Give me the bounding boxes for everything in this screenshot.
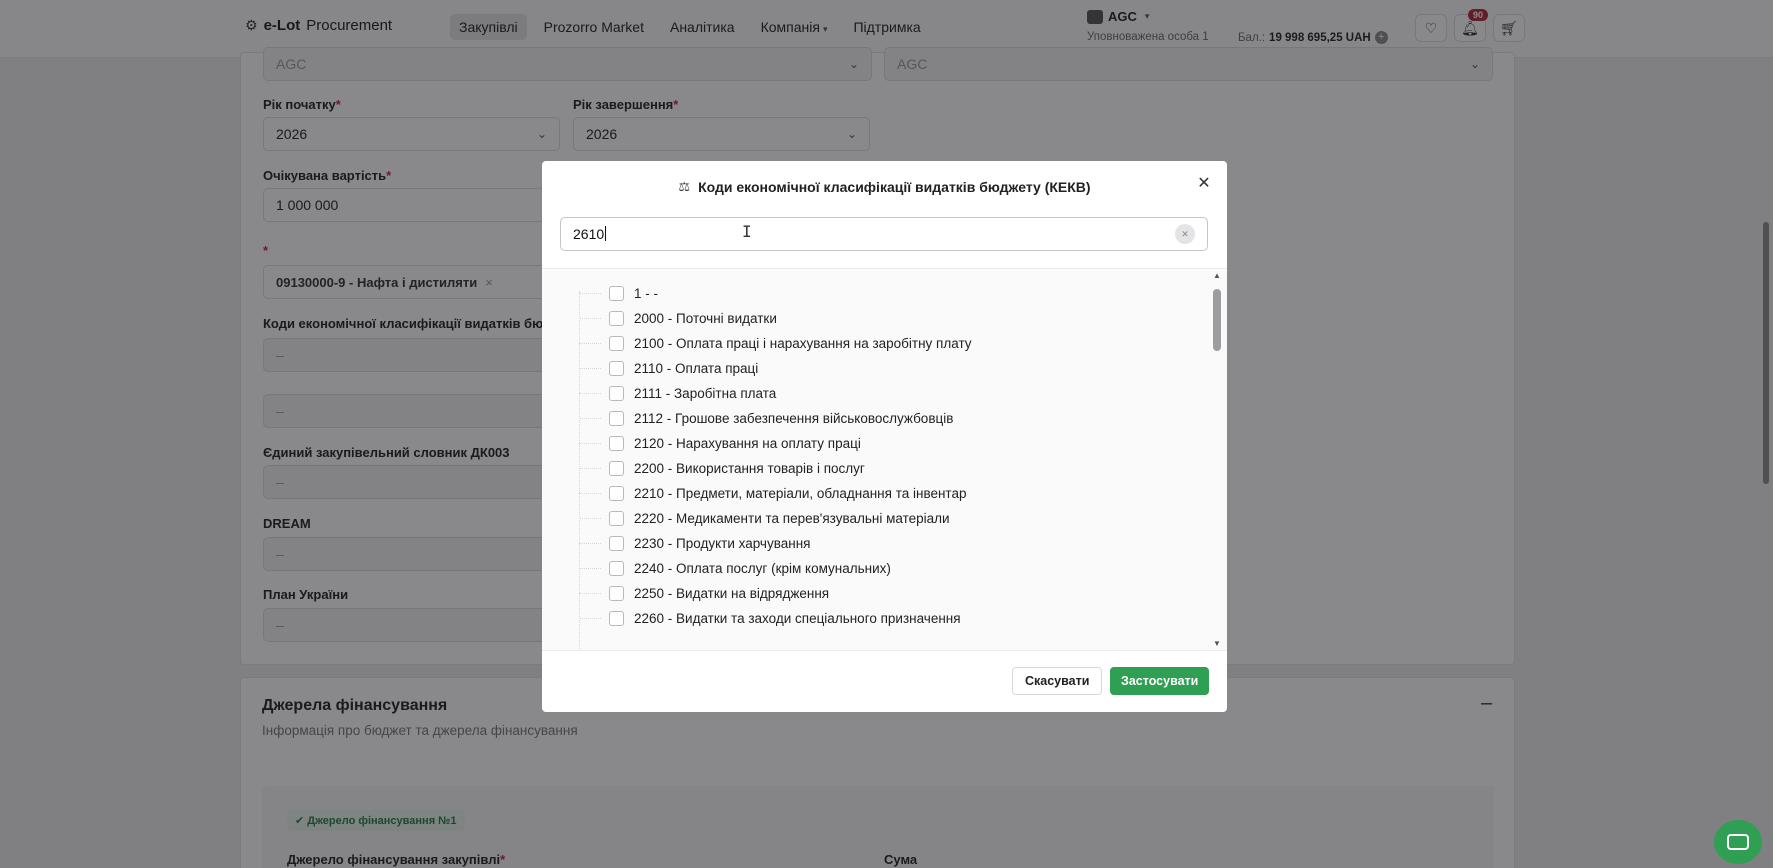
chat-icon (1727, 834, 1749, 850)
checkbox[interactable] (609, 536, 624, 551)
list-item-label: 2260 - Видатки та заходи спеціального пр… (634, 611, 961, 626)
list-scrollbar[interactable]: ▲ ▼ (1210, 269, 1224, 650)
list-item[interactable]: 1 - - (579, 281, 1179, 306)
modal-title: ⚖ Коди економічної класифікації видатків… (542, 179, 1227, 195)
checkbox[interactable] (609, 511, 624, 526)
list-item-label: 2200 - Використання товарів і послуг (634, 461, 865, 476)
list-item[interactable]: 2120 - Нарахування на оплату праці (579, 431, 1179, 456)
list-item[interactable]: 2210 - Предмети, матеріали, обладнання т… (579, 481, 1179, 506)
checkbox[interactable] (609, 386, 624, 401)
list-item-label: 2100 - Оплата праці і нарахування на зар… (634, 336, 972, 351)
text-cursor-icon: I (742, 222, 752, 241)
list-item-label: 2110 - Оплата праці (634, 361, 759, 376)
scroll-down-icon[interactable]: ▼ (1213, 639, 1221, 648)
checkbox[interactable] (609, 461, 624, 476)
search-input-value: 2610 (573, 226, 605, 242)
list-item-label: 2112 - Грошове забезпечення військовослу… (634, 411, 954, 426)
checkbox[interactable] (609, 586, 624, 601)
list-item[interactable]: 2100 - Оплата праці і нарахування на зар… (579, 331, 1179, 356)
scales-icon: ⚖ (678, 179, 691, 194)
list-item[interactable]: 2220 - Медикаменти та перев'язувальні ма… (579, 506, 1179, 531)
list-item-label: 2111 - Заробітна плата (634, 386, 777, 401)
kekv-tree-list[interactable]: 1 - - 2000 - Поточні видатки 2100 - Опла… (542, 268, 1227, 651)
modal-title-text: Коди економічної класифікації видатків б… (698, 179, 1091, 195)
checkbox[interactable] (609, 561, 624, 576)
checkbox[interactable] (609, 286, 624, 301)
list-item-label: 1 - - (634, 286, 659, 301)
clear-search-icon[interactable]: ✕ (1175, 224, 1195, 244)
list-item-label: 2220 - Медикаменти та перев'язувальні ма… (634, 511, 950, 526)
list-item[interactable]: 2260 - Видатки та заходи спеціального пр… (579, 606, 1179, 631)
checkbox[interactable] (609, 611, 624, 626)
list-item[interactable]: 2110 - Оплата праці (579, 356, 1179, 381)
checkbox[interactable] (609, 336, 624, 351)
list-item-label: 2000 - Поточні видатки (634, 311, 777, 326)
checkbox[interactable] (609, 486, 624, 501)
checkbox[interactable] (609, 361, 624, 376)
close-icon[interactable]: ✕ (1194, 174, 1214, 194)
chat-button[interactable] (1714, 820, 1762, 864)
list-item-label: 2240 - Оплата послуг (крім комунальних) (634, 561, 891, 576)
checkbox[interactable] (609, 411, 624, 426)
kekv-modal: ⚖ Коди економічної класифікації видатків… (542, 161, 1227, 712)
list-item-label: 2250 - Видатки на відрядження (634, 586, 830, 601)
checkbox[interactable] (609, 436, 624, 451)
list-item[interactable]: 2200 - Використання товарів і послуг (579, 456, 1179, 481)
checkbox[interactable] (609, 311, 624, 326)
apply-button[interactable]: Застосувати (1110, 667, 1210, 695)
list-item-label: 2210 - Предмети, матеріали, обладнання т… (634, 486, 967, 501)
list-scrollbar-thumb[interactable] (1213, 289, 1221, 351)
list-item[interactable]: 2240 - Оплата послуг (крім комунальних) (579, 556, 1179, 581)
list-item[interactable]: 2111 - Заробітна плата (579, 381, 1179, 406)
scroll-up-icon[interactable]: ▲ (1213, 271, 1221, 280)
kekv-items: 1 - - 2000 - Поточні видатки 2100 - Опла… (579, 281, 1179, 631)
list-item[interactable]: 2000 - Поточні видатки (579, 306, 1179, 331)
cancel-button[interactable]: Скасувати (1012, 667, 1103, 695)
list-item[interactable]: 2230 - Продукти харчування (579, 531, 1179, 556)
list-item-label: 2120 - Нарахування на оплату праці (634, 436, 861, 451)
list-item-label: 2230 - Продукти харчування (634, 536, 811, 551)
list-item[interactable]: 2250 - Видатки на відрядження (579, 581, 1179, 606)
list-item[interactable]: 2112 - Грошове забезпечення військовослу… (579, 406, 1179, 431)
search-input[interactable]: 2610 ✕ (560, 217, 1208, 251)
